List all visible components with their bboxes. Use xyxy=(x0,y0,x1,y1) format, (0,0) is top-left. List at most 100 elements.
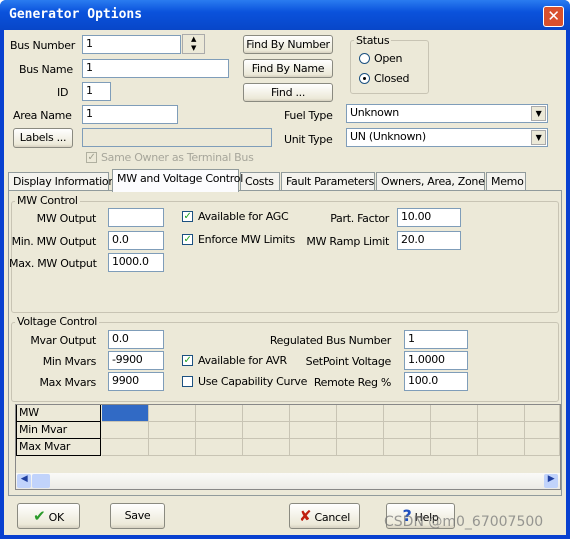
grid-cell[interactable] xyxy=(478,405,525,422)
bus-number-label: Bus Number xyxy=(10,39,75,52)
available-agc-checkbox[interactable]: ✓ xyxy=(182,211,193,222)
grid-cell[interactable] xyxy=(384,422,431,439)
mvar-output-input[interactable]: 0.0 xyxy=(108,330,164,349)
max-mvars-label: Max Mvars xyxy=(39,376,96,389)
tab-costs[interactable]: Costs xyxy=(240,172,280,191)
labels-button[interactable]: Labels ... xyxy=(13,128,73,148)
area-name-input[interactable]: 1 xyxy=(82,105,178,124)
watermark: CSDN @m0_67007500 xyxy=(384,514,544,530)
dialog-body: Bus Number 1 ▲ ▼ Bus Name 1 ID 1 Area Nam… xyxy=(4,30,566,535)
grid-cell[interactable] xyxy=(149,405,196,422)
bus-name-label: Bus Name xyxy=(19,63,73,76)
grid-cell[interactable] xyxy=(525,439,560,456)
fuel-type-label: Fuel Type xyxy=(284,109,333,122)
cancel-label: Cancel xyxy=(314,511,351,524)
scroll-left-icon[interactable]: ◀ xyxy=(17,474,31,488)
grid-cell[interactable] xyxy=(525,422,560,439)
grid-cell[interactable] xyxy=(243,422,290,439)
dialog-window: Generator Options ✕ Bus Number 1 ▲ ▼ Bus … xyxy=(0,0,570,539)
labels-input xyxy=(82,128,272,147)
setpoint-voltage-input[interactable]: 1.0000 xyxy=(404,351,468,370)
grid-cell[interactable] xyxy=(431,405,478,422)
tab-fault-parameters[interactable]: Fault Parameters xyxy=(281,172,375,191)
grid-cell[interactable] xyxy=(243,405,290,422)
grid-cell[interactable] xyxy=(337,422,384,439)
grid-cell[interactable] xyxy=(337,405,384,422)
grid-cell[interactable] xyxy=(196,405,243,422)
bus-number-spinner[interactable]: ▲ ▼ xyxy=(182,34,205,54)
setpoint-voltage-label: SetPoint Voltage xyxy=(305,355,392,368)
find-by-name-button[interactable]: Find By Name xyxy=(243,59,333,78)
tab-panel: MW Control MW Output Min. MW Output 0.0 … xyxy=(8,190,562,496)
tab-memo[interactable]: Memo xyxy=(486,172,526,191)
ok-button[interactable]: ✔ OK xyxy=(17,503,80,529)
chevron-down-icon[interactable]: ▼ xyxy=(531,130,546,145)
grid-cell[interactable] xyxy=(102,422,149,439)
remote-reg-input[interactable]: 100.0 xyxy=(404,372,468,391)
grid-cell[interactable] xyxy=(290,422,337,439)
min-mw-output-input[interactable]: 0.0 xyxy=(108,231,164,250)
status-group xyxy=(350,40,429,94)
max-mvars-input[interactable]: 9900 xyxy=(108,372,164,391)
regulated-bus-number-input[interactable]: 1 xyxy=(404,330,468,349)
horizontal-scrollbar[interactable]: ◀ ▶ xyxy=(16,473,560,489)
fuel-type-select[interactable]: Unknown ▼ xyxy=(346,104,548,123)
title-bar[interactable]: Generator Options ✕ xyxy=(0,0,570,30)
grid-cell[interactable] xyxy=(478,422,525,439)
mw-output-input[interactable] xyxy=(108,208,164,227)
x-icon: ✘ xyxy=(299,507,312,525)
chevron-down-icon[interactable]: ▼ xyxy=(531,106,546,121)
tab-display-information[interactable]: Display Information xyxy=(8,172,115,191)
grid-cell[interactable] xyxy=(525,405,560,422)
use-capability-curve-checkbox[interactable] xyxy=(182,376,193,387)
grid-cell[interactable] xyxy=(337,439,384,456)
grid-cell[interactable] xyxy=(290,405,337,422)
grid-cell[interactable] xyxy=(102,405,149,422)
unit-type-select[interactable]: UN (Unknown) ▼ xyxy=(346,128,548,147)
find-by-number-button[interactable]: Find By Number xyxy=(243,35,333,54)
grid-cell[interactable] xyxy=(478,439,525,456)
bus-name-input[interactable]: 1 xyxy=(82,59,229,78)
voltage-control-title: Voltage Control xyxy=(15,315,100,328)
scroll-thumb[interactable] xyxy=(32,474,50,488)
enforce-mw-limits-checkbox[interactable]: ✓ xyxy=(182,234,193,245)
area-name-label: Area Name xyxy=(13,109,72,122)
max-mw-output-label: Max. MW Output xyxy=(9,257,97,270)
grid-cell[interactable] xyxy=(431,439,478,456)
grid-cell[interactable] xyxy=(196,422,243,439)
available-agc-label: Available for AGC xyxy=(198,210,289,223)
grid-cell[interactable] xyxy=(149,422,196,439)
grid-row-header-mw: MW xyxy=(16,405,101,422)
bus-number-input[interactable]: 1 xyxy=(82,35,181,54)
close-button[interactable]: ✕ xyxy=(543,6,564,27)
find-button[interactable]: Find ... xyxy=(243,83,333,102)
grid-cell[interactable] xyxy=(243,439,290,456)
min-mvars-input[interactable]: -9900 xyxy=(108,351,164,370)
id-label: ID xyxy=(57,86,69,99)
save-button[interactable]: Save xyxy=(110,503,165,529)
id-input[interactable]: 1 xyxy=(82,82,111,101)
grid-cell[interactable] xyxy=(102,439,149,456)
scroll-right-icon[interactable]: ▶ xyxy=(544,474,558,488)
grid-cell[interactable] xyxy=(384,405,431,422)
status-title: Status xyxy=(354,34,392,47)
status-open-label: Open xyxy=(374,52,403,65)
available-avr-checkbox[interactable]: ✓ xyxy=(182,355,193,366)
status-closed-radio[interactable] xyxy=(359,73,370,84)
cancel-button[interactable]: ✘ Cancel xyxy=(289,503,360,529)
part-factor-input[interactable]: 10.00 xyxy=(397,208,461,227)
grid-cell[interactable] xyxy=(431,422,478,439)
mw-ramp-limit-input[interactable]: 20.0 xyxy=(397,231,461,250)
tab-owners-area-zone[interactable]: Owners, Area, Zone xyxy=(376,172,485,191)
status-closed-label: Closed xyxy=(374,72,410,85)
min-mvars-label: Min Mvars xyxy=(42,355,97,368)
grid-cell[interactable] xyxy=(196,439,243,456)
status-open-radio[interactable] xyxy=(359,53,370,64)
capability-curve-grid[interactable]: MW Min Mvar Max Mvar ◀ ▶ xyxy=(15,404,561,490)
mw-output-label: MW Output xyxy=(36,212,97,225)
tab-mw-voltage-control[interactable]: MW and Voltage Control xyxy=(112,169,243,192)
grid-cell[interactable] xyxy=(384,439,431,456)
grid-cell[interactable] xyxy=(149,439,196,456)
max-mw-output-input[interactable]: 1000.0 xyxy=(108,253,164,272)
grid-cell[interactable] xyxy=(290,439,337,456)
